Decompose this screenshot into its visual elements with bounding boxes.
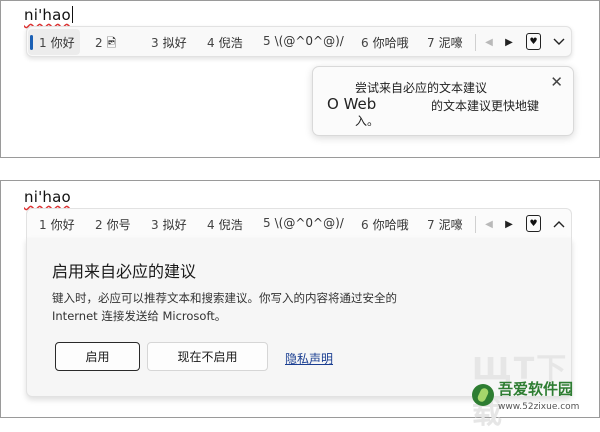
site-watermark: ЩТ下载 吾爱软件园 www.52zixue.com — [472, 344, 594, 431]
tooltip-line-1: 尝试来自必应的文本建议 — [355, 81, 488, 95]
ime-candidate-bar: 1 你好 2 你号 3 拟好 4 倪浩 5 \(@^0^@)/ 6 你哈哦 7 泥嚎 ◀ ▶ … — [26, 208, 572, 239]
close-icon[interactable]: ✕ — [550, 75, 563, 90]
watermark-url: www.52zixue.com — [498, 402, 580, 412]
enable-button[interactable]: 启用 — [55, 342, 140, 371]
heart-icon[interactable]: ♥ — [526, 215, 541, 232]
candidate-3[interactable]: 3 拟好 — [151, 34, 187, 51]
privacy-statement-link[interactable]: 隐私声明 — [285, 350, 333, 367]
heart-icon[interactable]: ♥ — [526, 33, 541, 50]
watermark-logo-icon — [472, 384, 494, 406]
card-description: 键入时，必应可以推荐文本和搜索建议。你写入的内容将通过安全的 Internet … — [52, 291, 397, 323]
not-now-button[interactable]: 现在不启用 — [147, 342, 268, 371]
card-title: 启用来自必应的建议 — [52, 262, 197, 281]
candidate-5[interactable]: 5 \(@^0^@)/ — [263, 34, 344, 48]
candidate-bar-divider — [475, 216, 476, 233]
candidate-4[interactable]: 4 倪浩 — [207, 216, 243, 233]
chevron-left-icon[interactable]: ◀ — [479, 214, 499, 234]
candidate-7[interactable]: 7 泥嚎 — [427, 34, 463, 51]
watermark-site-name: 吾爱软件园 — [498, 380, 574, 398]
candidate-3[interactable]: 3 拟好 — [151, 216, 187, 233]
chevron-right-icon[interactable]: ▶ — [499, 32, 519, 52]
typed-composition-text: ni'hao — [24, 6, 73, 24]
candidate-5[interactable]: 5 \(@^0^@)/ — [263, 216, 344, 230]
candidate-bar-divider — [475, 34, 476, 51]
candidate-2[interactable]: 2 你号 — [95, 216, 131, 233]
candidate-7[interactable]: 7 泥嚎 — [427, 216, 463, 233]
ime-candidate-bar: 1 你好 2 🖻 3 拟好 4 倪浩 5 \(@^0^@)/ 6 你哈哦 7 泥嚎 ◀ ▶ ♥ — [26, 26, 572, 57]
tooltip-web-label: O Web — [327, 95, 377, 113]
chevron-down-icon[interactable] — [549, 32, 569, 52]
chevron-right-icon[interactable]: ▶ — [499, 214, 519, 234]
candidate-6[interactable]: 6 你哈哦 — [361, 216, 409, 233]
tooltip-line-2: 的文本建议更快地键 — [431, 99, 540, 113]
candidate-6[interactable]: 6 你哈哦 — [361, 34, 409, 51]
chevron-left-icon[interactable]: ◀ — [479, 32, 499, 52]
bing-suggestion-tooltip: ✕ 尝试来自必应的文本建议 O Web 的文本建议更快地键 入。 — [312, 66, 574, 136]
typed-composition-text: ni'hao — [24, 188, 71, 206]
text-caret — [71, 6, 73, 23]
candidate-2[interactable]: 2 🖻 — [95, 34, 116, 55]
tooltip-line-3: 入。 — [355, 114, 380, 128]
candidate-1[interactable]: 1 你好 — [39, 216, 75, 233]
candidate-4[interactable]: 4 倪浩 — [207, 34, 243, 51]
candidate-1[interactable]: 1 你好 — [39, 34, 75, 51]
chevron-up-icon[interactable] — [549, 214, 569, 234]
selected-candidate-indicator — [30, 35, 33, 50]
